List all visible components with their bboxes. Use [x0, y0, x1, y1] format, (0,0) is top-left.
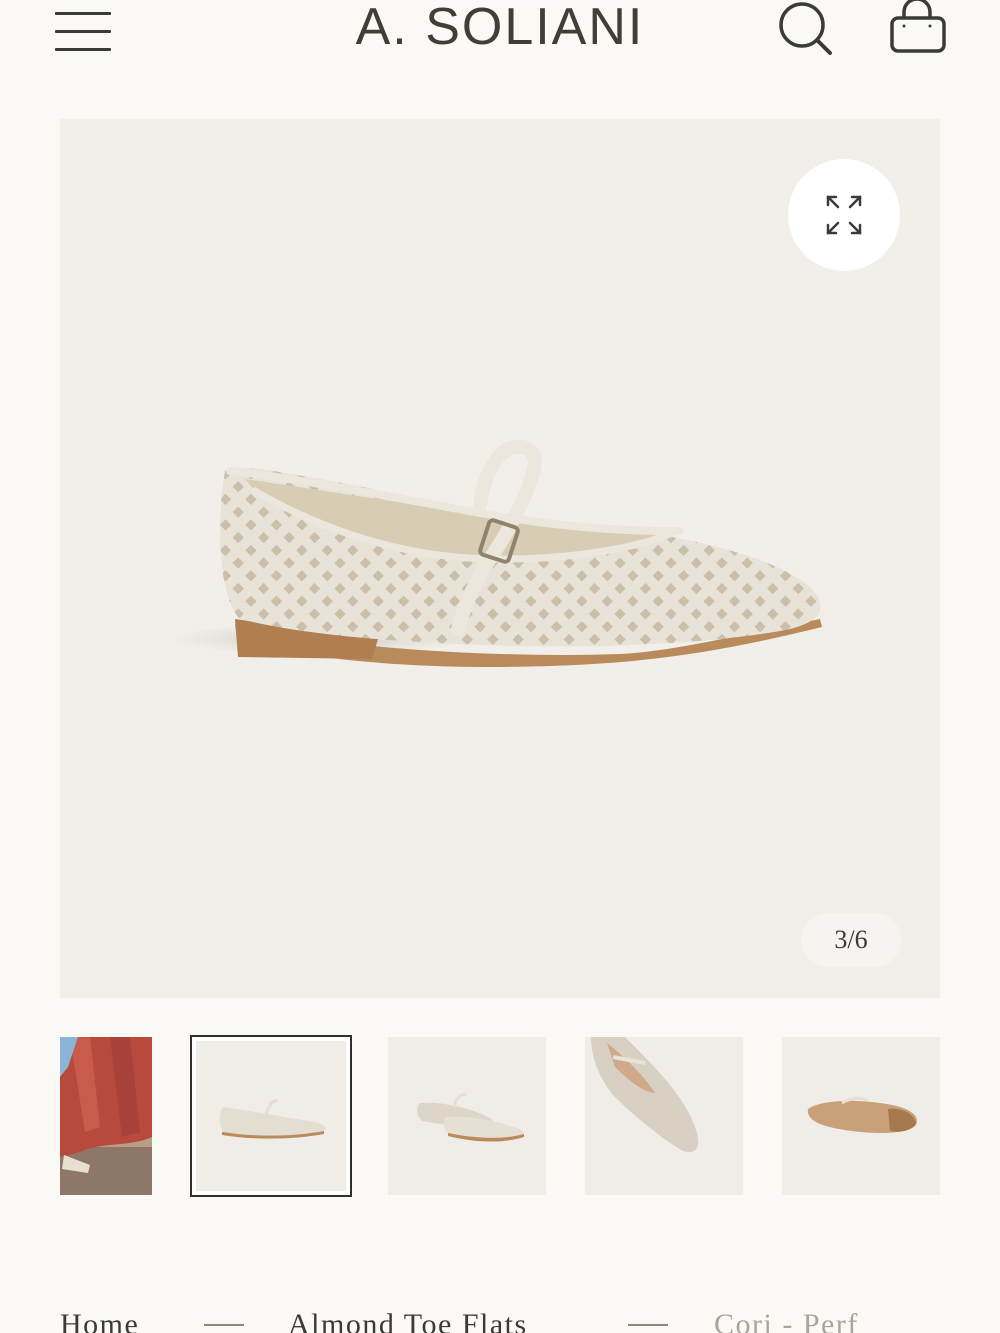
breadcrumb-separator — [204, 1324, 244, 1326]
hamburger-menu-line — [55, 30, 111, 33]
top-view-image — [591, 1037, 699, 1153]
breadcrumb-almond-toe-flats[interactable]: Almond Toe Flats — [288, 1308, 528, 1333]
menu-button[interactable] — [52, 4, 114, 51]
breadcrumb-home[interactable]: Home — [60, 1308, 139, 1333]
thumbnail-strip — [0, 1035, 1000, 1198]
brand-logo[interactable]: A. SOLIANI — [300, 0, 700, 60]
breadcrumb-current-product: Cori - Perf — [714, 1308, 859, 1333]
shopping-bag-icon — [890, 0, 946, 53]
search-button[interactable] — [776, 0, 836, 58]
side-view-image — [219, 1099, 326, 1139]
cart-button[interactable] — [886, 0, 950, 58]
thumbnail-side-view[interactable] — [190, 1035, 352, 1197]
expand-image-button[interactable] — [788, 159, 900, 271]
thumbnail-sole-view[interactable] — [782, 1037, 940, 1195]
lifestyle-image — [60, 1037, 152, 1195]
breadcrumb: Home Almond Toe Flats Cori - Perf — [60, 1300, 1000, 1333]
pair-view-image — [417, 1093, 524, 1142]
site-header: A. SOLIANI — [0, 0, 1000, 90]
thumbnail-lifestyle[interactable] — [60, 1037, 152, 1195]
thumbnail-top-view[interactable] — [585, 1037, 743, 1195]
breadcrumb-separator — [628, 1324, 668, 1326]
hamburger-menu-line — [55, 48, 111, 51]
hamburger-menu-icon — [55, 12, 111, 15]
image-counter: 3/6 — [801, 913, 901, 967]
product-main-image[interactable]: 3/6 — [60, 119, 940, 998]
search-icon — [779, 2, 832, 55]
thumbnail-pair-view[interactable] — [388, 1037, 546, 1195]
product-page: A. SOLIANI 3/6 Home Almond Toe Flats Cor… — [0, 0, 1000, 1333]
sole-view-image — [807, 1096, 917, 1133]
expand-arrows-icon — [826, 195, 862, 235]
